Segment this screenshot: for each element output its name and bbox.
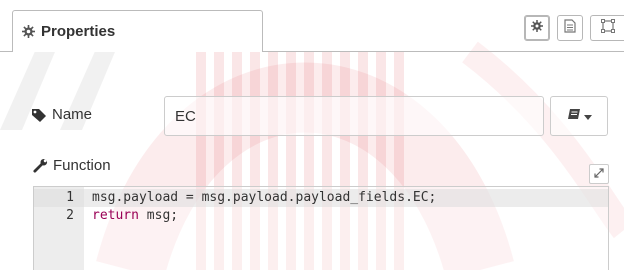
gear-icon [22, 25, 35, 38]
caret-down-icon [583, 107, 592, 125]
expand-editor-button[interactable] [589, 164, 609, 184]
description-button[interactable] [557, 15, 583, 41]
tab-strip: Properties [0, 0, 624, 52]
code-line[interactable]: 2 return msg; [34, 207, 608, 225]
function-label-text: Function [53, 157, 111, 174]
name-label: Name [31, 106, 92, 123]
name-input[interactable] [164, 96, 544, 136]
name-label-text: Name [52, 106, 93, 123]
settings-button[interactable] [524, 15, 550, 41]
code-line[interactable]: 1 msg.payload = msg.payload.payload_fiel… [34, 189, 608, 207]
frame-icon [600, 18, 615, 38]
keyword-token: return [92, 208, 139, 223]
line-code: return msg; [92, 207, 178, 225]
book-icon [567, 107, 581, 125]
line-number: 1 [66, 190, 74, 205]
line-code: msg.payload = msg.payload.payload_fields… [92, 190, 437, 205]
tab-properties-label: Properties [41, 23, 116, 40]
appearance-button[interactable] [590, 15, 624, 41]
tab-properties[interactable]: Properties [12, 10, 263, 52]
library-button[interactable] [550, 96, 608, 136]
wrench-icon [33, 158, 48, 173]
code-editor[interactable]: 1 msg.payload = msg.payload.payload_fiel… [33, 186, 609, 270]
line-number: 2 [66, 208, 74, 223]
gear-icon [531, 19, 543, 37]
code-token: msg; [138, 208, 179, 223]
function-label: Function [33, 157, 111, 174]
expand-icon [594, 165, 604, 183]
document-icon [564, 18, 576, 38]
tag-icon [31, 108, 47, 122]
